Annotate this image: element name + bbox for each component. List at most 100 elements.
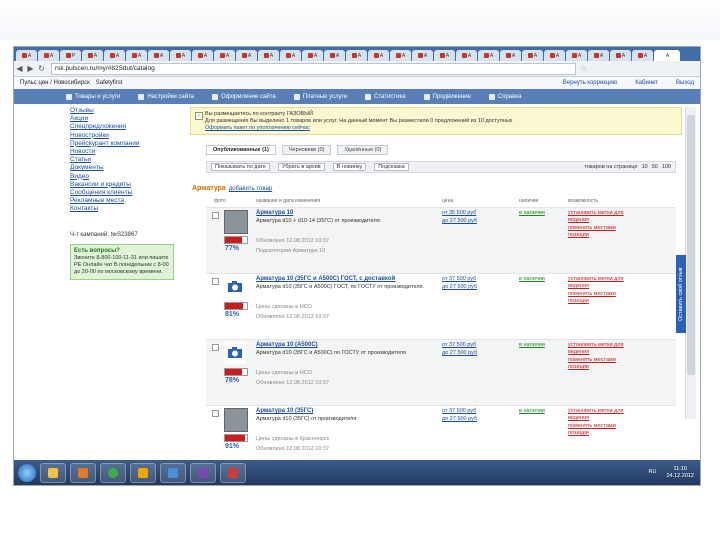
sidebar-link[interactable]: Новостройки (70, 132, 180, 140)
browser-tab[interactable]: A (280, 50, 301, 61)
menu-item-design[interactable]: Оформление сайта (212, 93, 276, 100)
notice-link[interactable]: Оформить пакет по упоплачению сейчас (205, 125, 310, 131)
browser-tab[interactable]: A (302, 50, 323, 61)
sidebar-link[interactable]: Документы (70, 164, 180, 172)
taskbar-app-purple[interactable] (190, 462, 216, 483)
price-to-link[interactable]: до 27 500 руб (442, 416, 477, 422)
sidebar-link[interactable]: Отзывы (70, 107, 180, 115)
taskbar-app-red[interactable] (220, 462, 246, 483)
action-link-1[interactable]: установить метки для (568, 408, 624, 415)
price-from-link[interactable]: от 35 500 руб (442, 210, 476, 216)
sidebar-link[interactable]: Статьи (70, 156, 180, 164)
tab-deleted[interactable]: Удалённые (0) (337, 145, 389, 155)
language-indicator[interactable]: RU (649, 469, 657, 476)
reload-icon[interactable]: ↻ (36, 64, 47, 73)
browser-tab[interactable]: P (60, 50, 81, 61)
archive-button[interactable]: Убрать в архив (277, 163, 325, 171)
browser-tab[interactable]: A (390, 50, 411, 61)
browser-tab[interactable]: A (236, 50, 257, 61)
browser-tab[interactable]: A (126, 50, 147, 61)
browser-tab[interactable]: A (412, 50, 433, 61)
product-thumbnail[interactable] (224, 210, 248, 234)
action-link-2[interactable]: ведения (568, 217, 589, 224)
header-link-cabinet[interactable]: Кабинет (635, 80, 658, 86)
sidebar-link[interactable]: Рекламные места (70, 197, 180, 205)
browser-tab[interactable]: A (588, 50, 609, 61)
sidebar-link[interactable]: Прейскурант компании (70, 140, 180, 148)
taskbar-media[interactable] (70, 462, 96, 483)
taskbar-app-orange[interactable] (130, 462, 156, 483)
browser-tab[interactable]: A (104, 50, 125, 61)
browser-tab[interactable]: A (192, 50, 213, 61)
per-page-10[interactable]: 10 (642, 164, 648, 170)
browser-tab[interactable]: A (632, 50, 653, 61)
clock[interactable]: 11:10 24.12.2012 (666, 466, 694, 480)
tab-published[interactable]: Опубликованные (1) (206, 145, 276, 155)
action-link-2[interactable]: ведения (568, 415, 589, 422)
sidebar-link[interactable]: Спецпредложения (70, 123, 180, 131)
price-to-link[interactable]: до 27 500 руб (442, 218, 477, 224)
action-link-4[interactable]: позиции (568, 232, 589, 239)
menu-item-paid[interactable]: Платные услуги (293, 93, 347, 100)
browser-tab[interactable]: A (544, 50, 565, 61)
product-name-link[interactable]: Арматура 10 (35ГС и А500С) ГОСТ, с доста… (256, 276, 395, 282)
scrollbar-thumb[interactable] (687, 115, 695, 375)
browser-tab[interactable]: A (346, 50, 367, 61)
sidebar-link[interactable]: Контакты (70, 205, 180, 213)
row-checkbox[interactable] (212, 410, 219, 417)
browser-tab[interactable]: A (324, 50, 345, 61)
page-scrollbar[interactable] (685, 107, 696, 419)
header-link-safety[interactable]: Safetyfirst (96, 80, 123, 86)
back-icon[interactable]: ◀ (14, 64, 25, 73)
hint-button[interactable]: Подсказка (374, 163, 409, 171)
start-button[interactable] (18, 463, 36, 482)
browser-tab[interactable]: A (610, 50, 631, 61)
menu-item-help[interactable]: Справка (488, 93, 521, 100)
action-link-3[interactable]: поменять местами (568, 225, 616, 232)
action-link-1[interactable]: установить метки для (568, 276, 624, 283)
action-link-3[interactable]: поменять местами (568, 423, 616, 430)
product-thumbnail[interactable] (224, 408, 248, 432)
sidebar-link[interactable]: Сообщения клиенты (70, 189, 180, 197)
bookmark-star-icon[interactable]: ☆ (580, 64, 587, 73)
taskbar-explorer[interactable] (40, 462, 66, 483)
price-from-link[interactable]: от 37 500 руб (442, 408, 476, 414)
browser-tab[interactable]: A (170, 50, 191, 61)
header-link-city[interactable]: Пульс цен / Новосибирск (20, 80, 90, 86)
action-link-2[interactable]: ведения (568, 283, 589, 290)
row-checkbox[interactable] (212, 344, 219, 351)
browser-tab[interactable]: A (368, 50, 389, 61)
action-link-4[interactable]: позиции (568, 364, 589, 371)
new-button[interactable]: В новинку (332, 163, 367, 171)
price-from-link[interactable]: от 37 500 руб (442, 342, 476, 348)
tab-drafts[interactable]: Черновики (0) (281, 145, 332, 155)
stock-link[interactable]: в наличии (519, 210, 545, 216)
sidebar-link[interactable]: Акции (70, 115, 180, 123)
per-page-100[interactable]: 100 (662, 164, 671, 170)
browser-tab[interactable]: A (258, 50, 279, 61)
per-page-50[interactable]: 50 (652, 164, 658, 170)
menu-item-promo[interactable]: Продвижение (423, 93, 471, 100)
action-link-3[interactable]: поменять местами (568, 357, 616, 364)
stock-link[interactable]: в наличии (519, 342, 545, 348)
browser-tab[interactable]: A (456, 50, 477, 61)
add-product-link[interactable]: добавить товар (229, 186, 272, 192)
sort-by-date-button[interactable]: Показывать по дате (211, 163, 270, 171)
product-name-link[interactable]: Арматура 10 (256, 210, 293, 216)
browser-tab[interactable]: A (500, 50, 521, 61)
menu-item-settings[interactable]: Настройки сайта (138, 93, 194, 100)
browser-tab[interactable]: A (214, 50, 235, 61)
forward-icon[interactable]: ▶ (25, 64, 36, 73)
header-link-return[interactable]: Вернуть коррекцию (563, 80, 617, 86)
feedback-tab[interactable]: Оставить свой отзыв (676, 255, 686, 333)
browser-tab[interactable]: A (82, 50, 103, 61)
browser-tab[interactable]: A (566, 50, 587, 61)
price-from-link[interactable]: от 37 500 руб (442, 276, 476, 282)
price-to-link[interactable]: до 27 500 руб (442, 284, 477, 290)
browser-tab[interactable]: A (16, 50, 37, 61)
browser-tab[interactable]: A (478, 50, 499, 61)
product-name-link[interactable]: Арматура 10 (35ГС) (256, 408, 313, 414)
browser-tab[interactable]: A (522, 50, 543, 61)
url-input[interactable]: rsk.pulscen.ru/my/#82Sdut/catalog (51, 62, 576, 75)
browser-tab-active[interactable]: A (654, 50, 680, 61)
